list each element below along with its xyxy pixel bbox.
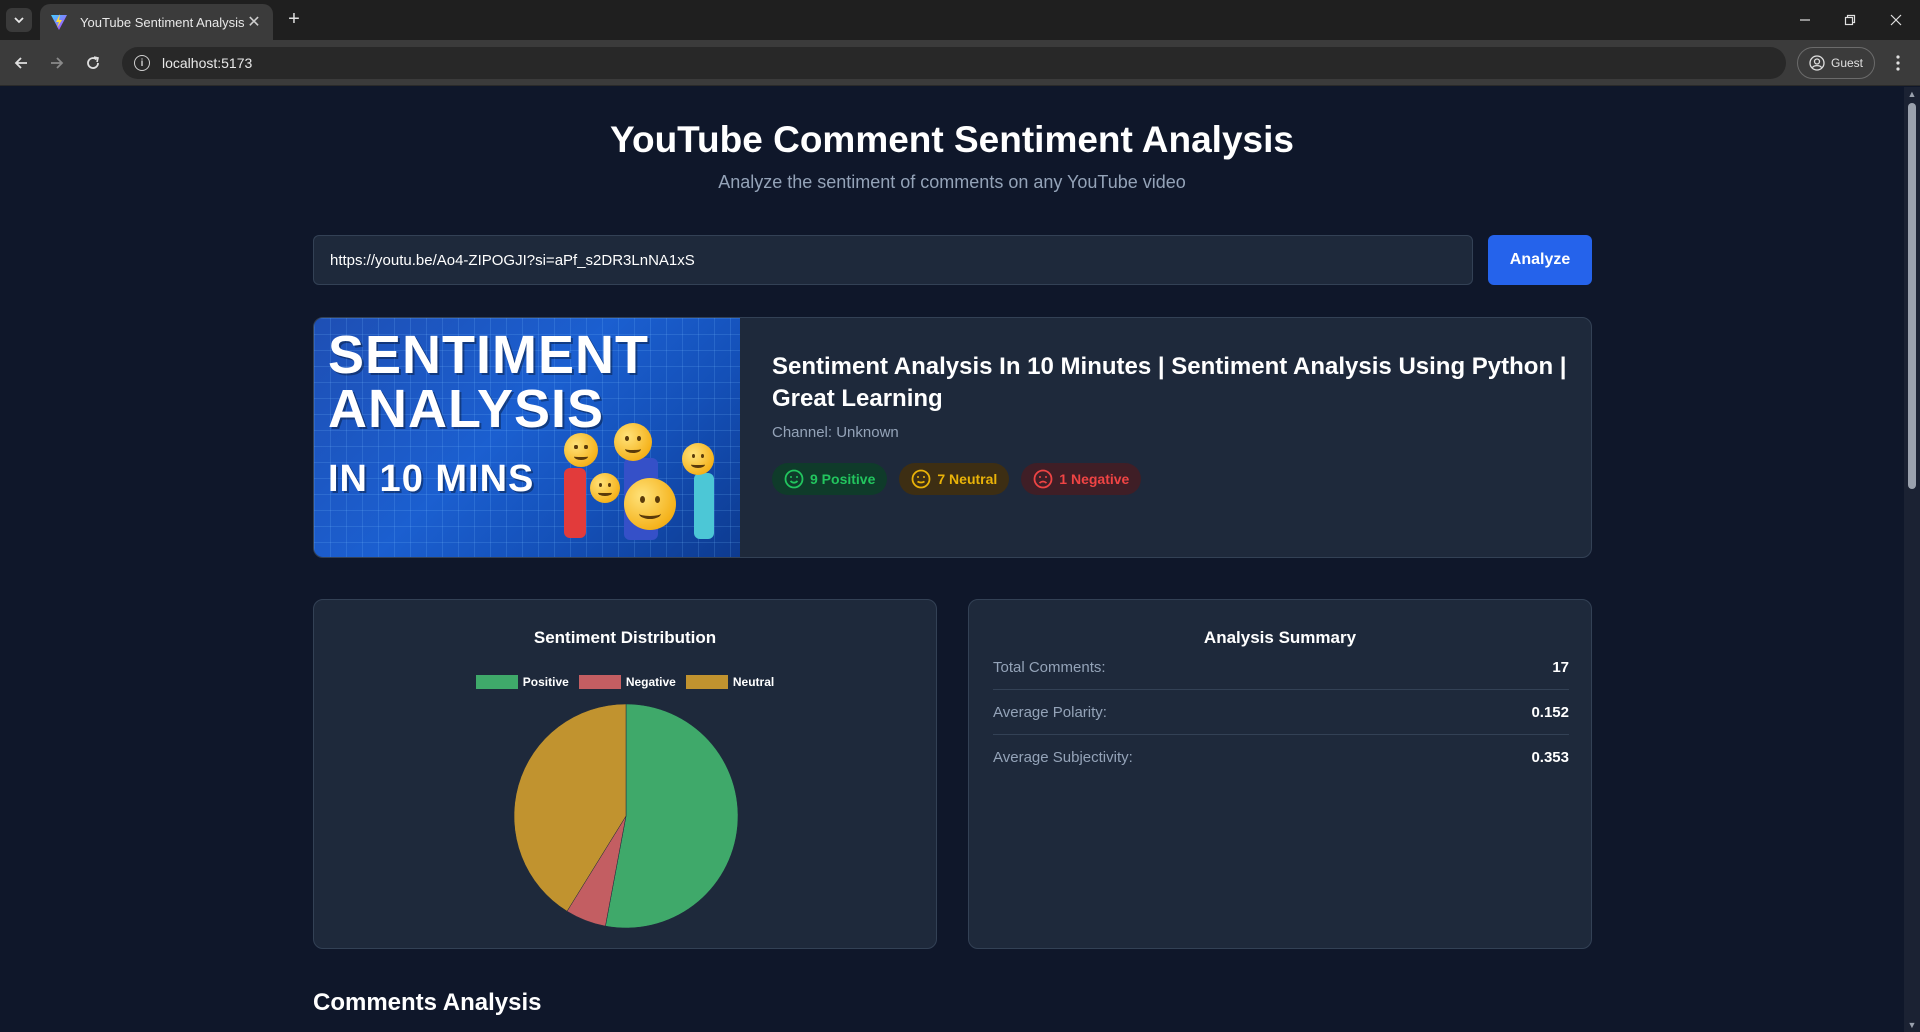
summary-row-average-subjectivity: Average Subjectivity: 0.353	[993, 735, 1569, 780]
browser-menu-button[interactable]	[1886, 50, 1910, 76]
tab-search-button[interactable]	[6, 8, 32, 32]
summary-row-total-comments: Total Comments: 17	[993, 645, 1569, 690]
close-icon	[1890, 14, 1902, 26]
close-window-button[interactable]	[1876, 6, 1916, 34]
legend-item-neutral[interactable]: Neutral	[685, 675, 775, 689]
arrow-right-icon	[51, 57, 64, 69]
tab-title: YouTube Sentiment Analysis	[80, 14, 245, 30]
tab-close-icon[interactable]: ✕	[245, 12, 263, 32]
restore-button[interactable]	[1830, 6, 1870, 34]
minimize-icon	[1800, 19, 1810, 21]
legend-item-negative[interactable]: Negative	[578, 675, 676, 689]
thumbnail-text-line: IN 10 MINS	[328, 458, 535, 500]
forward-button[interactable]	[44, 50, 70, 76]
reload-icon	[87, 56, 99, 69]
video-thumbnail[interactable]: SENTIMENT ANALYSIS IN 10 MINS	[314, 318, 740, 557]
legend-label: Positive	[522, 675, 569, 689]
thumbnail-person-figure	[694, 473, 714, 539]
summary-value: 17	[1552, 658, 1569, 676]
thumbnail-text-line: ANALYSIS	[328, 379, 605, 439]
summary-label: Total Comments:	[993, 658, 1106, 676]
sentiment-pie-chart[interactable]	[510, 700, 742, 932]
chevron-down-icon	[14, 17, 24, 24]
analyze-button[interactable]: Analyze	[1488, 235, 1592, 285]
summary-row-average-polarity: Average Polarity: 0.152	[993, 690, 1569, 735]
neutral-count: 7 Neutral	[937, 471, 998, 487]
new-tab-button[interactable]: +	[282, 8, 306, 32]
legend-swatch	[685, 675, 728, 689]
video-card: SENTIMENT ANALYSIS IN 10 MINS Sentiment …	[313, 317, 1592, 558]
page-title: YouTube Comment Sentiment Analysis	[610, 119, 1294, 160]
browser-toolbar: i localhost:5173 Guest	[0, 40, 1920, 86]
positive-badge: 9 Positive	[772, 463, 888, 495]
video-url-input[interactable]	[313, 235, 1473, 285]
scroll-up-icon[interactable]: ▲	[1907, 89, 1917, 99]
browser-tab-bar: YouTube Sentiment Analysis ✕ +	[0, 0, 1920, 40]
negative-count: 1 Negative	[1059, 471, 1130, 487]
neutral-face-icon	[911, 469, 931, 489]
frown-icon	[1033, 469, 1053, 489]
sentiment-distribution-panel: Sentiment Distribution Positive Negative N…	[313, 599, 937, 949]
thumbnail-emoji-icon	[682, 443, 714, 475]
neutral-badge: 7 Neutral	[899, 463, 1010, 495]
page-content: YouTube Comment Sentiment Analysis Analy…	[0, 87, 1904, 1032]
vite-favicon-icon	[51, 14, 67, 30]
thumbnail-person-figure	[564, 468, 586, 538]
summary-label: Average Subjectivity:	[993, 749, 1133, 766]
back-button[interactable]	[8, 50, 34, 76]
minimize-button[interactable]	[1785, 6, 1825, 34]
comments-section-title: Comments Analysis	[313, 989, 542, 1016]
thumbnail-emoji-icon	[614, 423, 652, 461]
thumbnail-emoji-icon	[590, 473, 620, 503]
reload-button[interactable]	[80, 50, 106, 76]
page-subtitle: Analyze the sentiment of comments on any…	[718, 172, 1186, 192]
legend-label: Negative	[625, 675, 676, 689]
smile-icon	[784, 469, 804, 489]
analysis-summary-panel: Analysis Summary Total Comments: 17 Aver…	[968, 599, 1592, 949]
arrow-left-icon	[14, 57, 27, 69]
negative-badge: 1 Negative	[1021, 463, 1142, 495]
user-circle-icon	[1809, 55, 1825, 71]
address-bar[interactable]: i localhost:5173	[122, 47, 1786, 79]
thumbnail-text-line: SENTIMENT	[328, 325, 650, 385]
browser-tab[interactable]: YouTube Sentiment Analysis ✕	[40, 4, 273, 40]
distribution-title: Sentiment Distribution	[533, 628, 717, 647]
positive-count: 9 Positive	[810, 471, 876, 487]
sentiment-badges: 9 Positive 7 Neutral 1 Negative	[772, 463, 1142, 495]
profile-button[interactable]: Guest	[1797, 47, 1875, 79]
chart-legend: Positive Negative Neutral	[314, 675, 936, 689]
legend-item-positive[interactable]: Positive	[475, 675, 569, 689]
legend-swatch	[578, 675, 621, 689]
summary-value: 0.353	[1531, 749, 1569, 766]
thumbnail-emoji-icon	[564, 433, 598, 467]
summary-label: Average Polarity:	[993, 703, 1107, 721]
thumbnail-emoji-icon	[624, 478, 676, 530]
scroll-thumb[interactable]	[1908, 103, 1916, 489]
video-title: Sentiment Analysis In 10 Minutes | Senti…	[772, 353, 1567, 412]
scroll-down-icon[interactable]: ▼	[1907, 1020, 1917, 1030]
address-url: localhost:5173	[162, 55, 253, 71]
legend-label: Neutral	[732, 675, 775, 689]
restore-icon	[1844, 14, 1856, 26]
site-info-icon[interactable]: i	[134, 55, 150, 71]
page-scrollbar[interactable]: ▲ ▼	[1904, 87, 1920, 1032]
summary-value: 0.152	[1531, 703, 1569, 721]
profile-label: Guest	[1830, 56, 1863, 70]
more-vertical-icon	[1896, 55, 1900, 71]
legend-swatch	[475, 675, 518, 689]
video-channel: Channel: Unknown	[772, 424, 899, 441]
